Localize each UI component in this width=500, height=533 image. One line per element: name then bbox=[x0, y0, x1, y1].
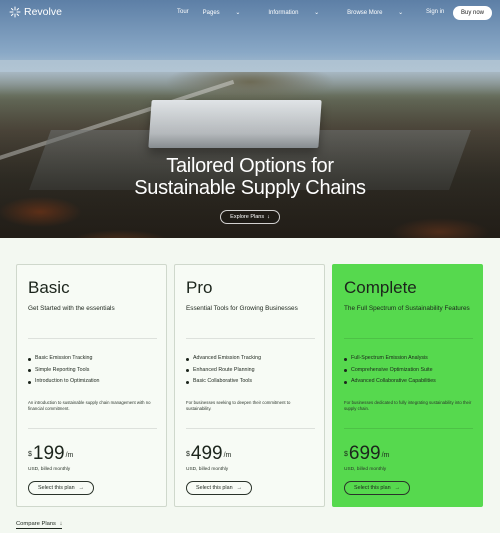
price-amount: 499 bbox=[190, 443, 223, 464]
plan-card-complete: Complete The Full Spectrum of Sustainabi… bbox=[332, 264, 483, 507]
arrow-down-icon: ↓ bbox=[267, 214, 270, 220]
plan-name: Pro bbox=[186, 278, 213, 297]
price-currency: $ bbox=[344, 451, 348, 458]
nav-link-browse-more[interactable]: Browse More ⌄ bbox=[347, 9, 417, 16]
plan-tagline: Essential Tools for Growing Businesses bbox=[186, 305, 298, 312]
price-period: /m bbox=[381, 452, 390, 459]
nav-link-tour[interactable]: Tour bbox=[177, 9, 189, 16]
feature-item: Advanced Collaborative Capabilities bbox=[344, 376, 436, 388]
select-plan-label: Select this plan bbox=[354, 485, 391, 491]
hero-title-line-1: Tailored Options for bbox=[166, 155, 334, 177]
billing-note: USD, billed monthly bbox=[186, 467, 229, 472]
divider bbox=[344, 338, 473, 339]
feature-item: Basic Collaborative Tools bbox=[186, 376, 261, 388]
nav-link-browse-more-label: Browse More bbox=[347, 10, 383, 16]
nav-link-pages-label: Pages bbox=[202, 10, 220, 16]
select-plan-button[interactable]: Select this plan → bbox=[28, 481, 94, 495]
feature-item: Enhanced Route Planning bbox=[186, 365, 261, 377]
arrow-right-icon: → bbox=[236, 485, 242, 491]
select-plan-button[interactable]: Select this plan → bbox=[186, 481, 252, 495]
feature-item: Comprehensive Optimization Suite bbox=[344, 365, 436, 377]
arrow-right-icon: → bbox=[394, 485, 400, 491]
nav-links: Tour Pages ⌄ Information ⌄ Browse More ⌄ bbox=[177, 9, 431, 16]
arrow-right-icon: → bbox=[78, 485, 84, 491]
compare-plans-label: Compare Plans bbox=[16, 521, 56, 527]
price-currency: $ bbox=[186, 451, 190, 458]
chevron-down-icon: ⌄ bbox=[398, 10, 404, 16]
plan-card-pro: Pro Essential Tools for Growing Business… bbox=[174, 264, 325, 507]
arrow-down-icon: ↓ bbox=[59, 521, 63, 527]
chevron-down-icon: ⌄ bbox=[235, 10, 241, 16]
brand-name: Revolve bbox=[24, 6, 62, 18]
price-period: /m bbox=[223, 452, 232, 459]
hero-image-shade bbox=[0, 0, 500, 238]
price-amount: 199 bbox=[32, 443, 65, 464]
chevron-down-icon: ⌄ bbox=[314, 10, 320, 16]
divider bbox=[28, 428, 157, 429]
feature-item: Introduction to Optimization bbox=[28, 376, 99, 388]
feature-list: Full-Spectrum Emission Analysis Comprehe… bbox=[344, 353, 436, 388]
billing-note: USD, billed monthly bbox=[28, 467, 71, 472]
top-nav: Revolve Tour Pages ⌄ Information ⌄ Brows… bbox=[0, 0, 500, 26]
divider bbox=[186, 338, 315, 339]
feature-item: Simple Reporting Tools bbox=[28, 365, 99, 377]
plan-price: $ 699 /m bbox=[344, 444, 389, 464]
plan-card-basic: Basic Get Started with the essentials Ba… bbox=[16, 264, 167, 507]
sparkle-icon bbox=[9, 6, 21, 18]
plan-tagline: Get Started with the essentials bbox=[28, 305, 115, 312]
brand-logo[interactable]: Revolve bbox=[9, 6, 62, 18]
plan-tagline: The Full Spectrum of Sustainability Feat… bbox=[344, 305, 470, 312]
buy-now-button[interactable]: Buy now bbox=[453, 6, 492, 20]
nav-link-information-label: Information bbox=[268, 10, 299, 16]
feature-list: Basic Emission Tracking Simple Reporting… bbox=[28, 353, 99, 388]
feature-item: Basic Emission Tracking bbox=[28, 353, 99, 365]
select-plan-button[interactable]: Select this plan → bbox=[344, 481, 410, 495]
plan-description: An introduction to sustainable supply ch… bbox=[28, 400, 151, 411]
divider bbox=[344, 428, 473, 429]
nav-link-information[interactable]: Information ⌄ bbox=[268, 9, 333, 16]
price-amount: 699 bbox=[348, 443, 381, 464]
price-period: /m bbox=[65, 452, 74, 459]
sign-in-link[interactable]: Sign in bbox=[426, 9, 444, 15]
plan-price: $ 499 /m bbox=[186, 444, 231, 464]
plan-description: For businesses seeking to deepen their c… bbox=[186, 400, 291, 411]
plan-description: For businesses dedicated to fully integr… bbox=[344, 400, 472, 411]
divider bbox=[186, 428, 315, 429]
divider bbox=[28, 338, 157, 339]
explore-plans-label: Explore Plans bbox=[230, 214, 265, 220]
plan-price: $ 199 /m bbox=[28, 444, 73, 464]
price-currency: $ bbox=[28, 451, 32, 458]
compare-plans-link[interactable]: Compare Plans ↓ bbox=[16, 521, 63, 529]
nav-link-pages[interactable]: Pages ⌄ bbox=[203, 9, 255, 16]
select-plan-label: Select this plan bbox=[38, 485, 75, 491]
select-plan-label: Select this plan bbox=[196, 485, 233, 491]
plan-name: Basic bbox=[28, 278, 70, 297]
billing-note: USD, billed monthly bbox=[344, 467, 387, 472]
feature-list: Advanced Emission Tracking Enhanced Rout… bbox=[186, 353, 261, 388]
plan-name: Complete bbox=[344, 278, 417, 297]
feature-item: Advanced Emission Tracking bbox=[186, 353, 261, 365]
hero-title: Tailored Options for Sustainable Supply … bbox=[0, 155, 500, 199]
explore-plans-button[interactable]: Explore Plans ↓ bbox=[220, 210, 280, 224]
hero-section bbox=[0, 0, 500, 238]
hero-title-line-2: Sustainable Supply Chains bbox=[134, 177, 366, 199]
feature-item: Full-Spectrum Emission Analysis bbox=[344, 353, 436, 365]
